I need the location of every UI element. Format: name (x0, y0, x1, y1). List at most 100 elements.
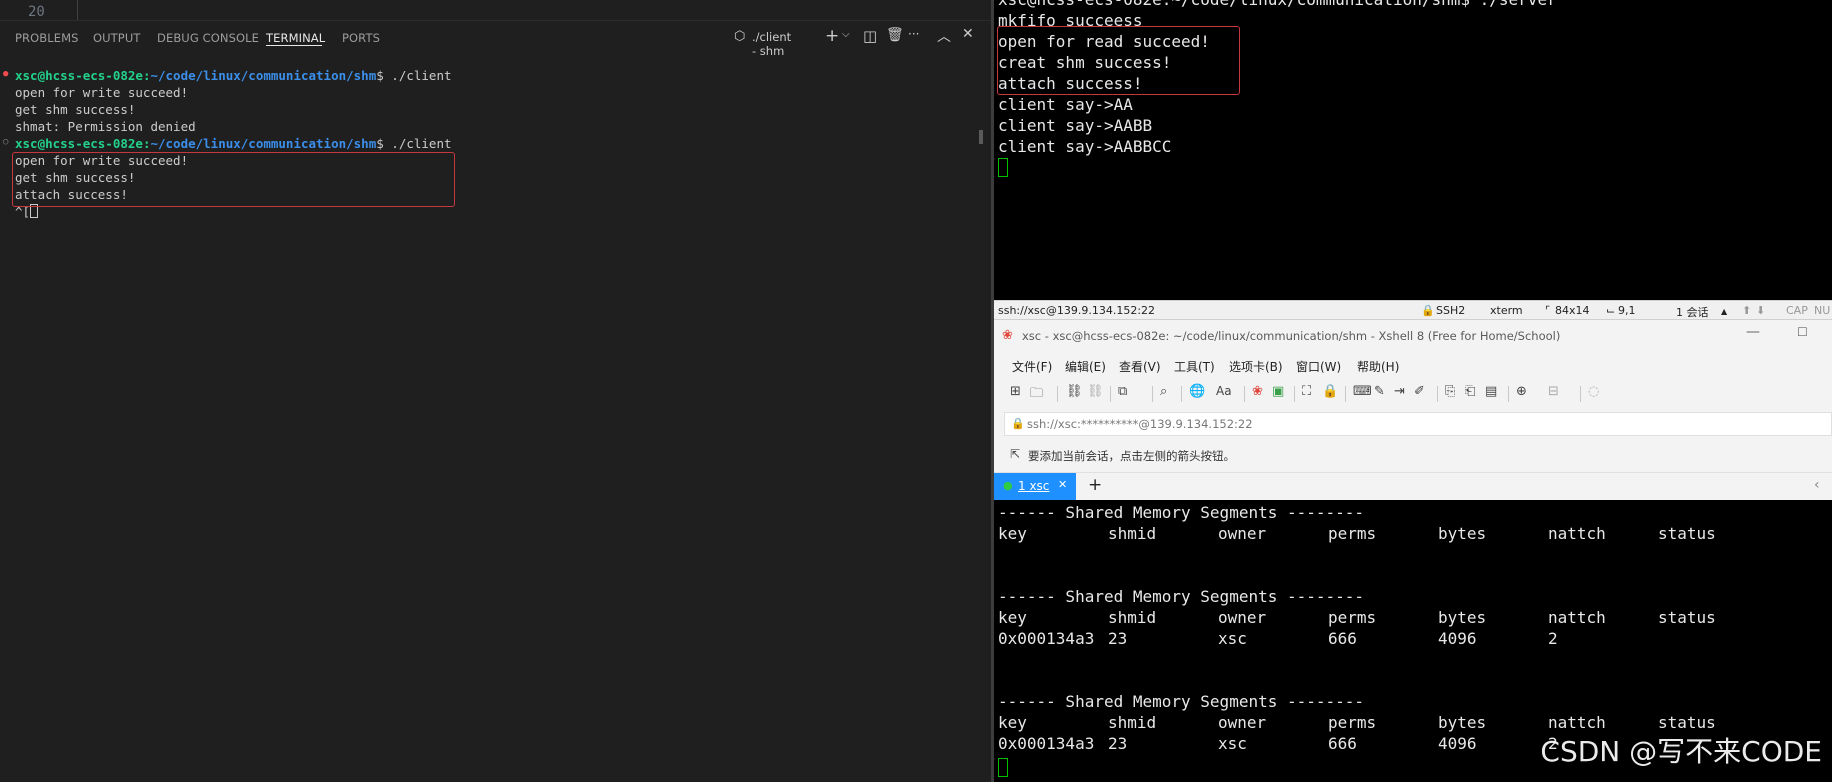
transfer-icon[interactable]: ⇥ (1394, 384, 1405, 399)
terminal-prompt-line: xsc@hcss-ecs-082e:~/code/linux/communica… (15, 68, 452, 83)
xshell-toolbar: ⊞ 🗀 ⛓ ⛓ ⧉ ⌕ 🌐 Aa ❀ ▣ ⛶ 🔒 ⌨ ✎ ⇥ ✐ ⎘ ⎗ ▤ ⊕… (994, 378, 1832, 408)
session-tab-xsc[interactable]: ● 1 xsc ✕ (994, 473, 1076, 501)
status-host: ssh://xsc@139.9.134.152:22 (998, 304, 1156, 317)
fullscreen-icon[interactable]: ⛶ (1302, 384, 1311, 399)
session-tab-label: 1 xsc (1018, 479, 1050, 493)
watermark: CSDN @写不来CODE (1540, 735, 1822, 768)
status-sessions: 1 会话 (1676, 306, 1709, 319)
vscode-terminal-output[interactable]: ● xsc@hcss-ecs-082e:~/code/linux/communi… (0, 62, 975, 782)
active-tab-indicator (266, 45, 322, 46)
close-tab-icon[interactable]: ✕ (1058, 478, 1067, 491)
terminal-line: client say->AABB (998, 116, 1153, 135)
toolbar-separator (1437, 386, 1438, 402)
connected-dot-icon: ● (1003, 479, 1013, 492)
xftp-icon[interactable]: ▣ (1272, 384, 1284, 399)
unlink-icon[interactable]: ⛓ (1087, 384, 1104, 399)
highlight-box (997, 26, 1240, 95)
cursor-pos-icon: ⌙ (1606, 304, 1616, 317)
menu-tabs[interactable]: 选项卡(B) (1229, 358, 1283, 375)
status-caps: CAP (1786, 304, 1808, 317)
maximize-panel-icon[interactable]: ︿ (937, 26, 951, 46)
layout-icon[interactable]: ⊟ (1548, 384, 1559, 399)
new-session-icon[interactable]: ⊞ (1010, 384, 1021, 399)
terminal-line: client say->AABBCC (998, 137, 1172, 156)
menu-help[interactable]: 帮助(H) (1357, 358, 1399, 375)
keyboard-icon[interactable]: ⌨ (1353, 384, 1372, 399)
xshell-menubar: 文件(F) 编辑(E) 查看(V) 工具(T) 选项卡(B) 窗口(W) 帮助(… (994, 354, 1832, 378)
vscode-window: 20 PROBLEMS OUTPUT DEBUG CONSOLE TERMINA… (0, 0, 991, 782)
search-icon[interactable]: ⌕ (1160, 384, 1167, 399)
terminal-cursor-line (998, 758, 1008, 779)
terminal-line: ------ Shared Memory Segments -------- (998, 692, 1365, 711)
session-address-bar[interactable]: 🔒 ssh://xsc:**********@139.9.134.152:22 (1004, 412, 1832, 436)
maximize-icon[interactable]: ☐ (1797, 325, 1808, 339)
menu-file[interactable]: 文件(F) (1012, 358, 1052, 375)
terminal-line: get shm success! (15, 102, 136, 117)
session-hint-bar: ⇱ 要添加当前会话，点击左侧的箭头按钮。 (994, 442, 1832, 468)
globe-icon[interactable]: 🌐 (1189, 384, 1205, 399)
log-icon[interactable]: ⎗ (1465, 384, 1475, 399)
window-title: xsc - xsc@hcss-ecs-082e: ~/code/linux/co… (1022, 329, 1561, 343)
resize-icon: ⌜ (1545, 304, 1551, 317)
status-pos: 9,1 (1618, 304, 1636, 317)
notes-icon[interactable]: ▤ (1485, 384, 1497, 399)
compose-icon[interactable]: ✎ (1374, 384, 1385, 399)
tab-problems[interactable]: PROBLEMS (15, 31, 79, 45)
terminal-line: open for write succeed! (15, 85, 189, 100)
toolbar-separator (1152, 386, 1153, 402)
add-tab-icon[interactable]: + (1088, 475, 1102, 495)
tab-terminal[interactable]: TERMINAL (266, 31, 325, 45)
session-hint: 要添加当前会话，点击左侧的箭头按钮。 (1028, 449, 1235, 463)
new-terminal-icon[interactable]: + (825, 26, 839, 46)
tab-ports[interactable]: PORTS (342, 31, 380, 45)
status-protocol: SSH2 (1436, 304, 1466, 317)
terminal-scrollbar[interactable] (979, 62, 983, 782)
script-icon[interactable]: ✐ (1414, 384, 1425, 399)
terminal-line: shmat: Permission denied (15, 119, 196, 134)
add-folder-icon[interactable]: ⊕ (1516, 384, 1527, 399)
xshell-window: ❀ xsc - xsc@hcss-ecs-082e: ~/code/linux/… (994, 320, 1832, 782)
xshell-status-bar: ssh://xsc@139.9.134.152:22 🔒 SSH2 xterm … (994, 300, 1832, 320)
scroll-down-icon[interactable]: ⬇ (1756, 304, 1765, 317)
menu-edit[interactable]: 编辑(E) (1065, 358, 1106, 375)
highlight-icon[interactable]: ⎘ (1445, 384, 1455, 399)
tab-debug-console[interactable]: DEBUG CONSOLE (157, 31, 259, 45)
toolbar-separator (1508, 386, 1509, 402)
editor-strip: 20 (0, 0, 991, 20)
add-session-arrow-icon[interactable]: ⇱ (1010, 447, 1020, 461)
split-terminal-icon[interactable]: ◫ (863, 27, 877, 45)
editor-gutter-divider (77, 0, 78, 20)
status-size: 84x14 (1555, 304, 1590, 317)
terminal-scrollbar-thumb[interactable] (979, 130, 983, 144)
xshell-terminal-server[interactable]: xsc@hcss-ecs-082e:~/code/linux/communica… (994, 0, 1832, 300)
menu-tools[interactable]: 工具(T) (1174, 358, 1215, 375)
sessions-dropdown-icon[interactable]: ▲ (1721, 307, 1727, 316)
chat-icon[interactable]: ◌ (1588, 384, 1599, 399)
lock-icon[interactable]: 🔒 (1322, 384, 1338, 399)
tab-output[interactable]: OUTPUT (93, 31, 140, 45)
terminal-cursor (998, 758, 1008, 777)
new-tab-icon[interactable]: ⧉ (1118, 384, 1127, 399)
terminal-cursor (998, 158, 1008, 177)
menu-window[interactable]: 窗口(W) (1296, 358, 1341, 375)
terminal-name[interactable]: ./client - shm (752, 30, 791, 58)
more-actions-icon[interactable]: ··· (908, 27, 919, 41)
terminal-cursor-line (998, 157, 1008, 178)
open-folder-icon[interactable]: 🗀 (1030, 384, 1043, 406)
session-address: ssh://xsc:**********@139.9.134.152:22 (1027, 417, 1253, 431)
xshell-terminal-ipcs[interactable]: ------ Shared Memory Segments -------- k… (994, 500, 1832, 782)
terminal-shell-icon: ⬡ (734, 29, 746, 44)
trash-icon[interactable]: 🗑 (886, 27, 904, 43)
minimize-icon[interactable]: — (1746, 324, 1760, 340)
close-panel-icon[interactable]: ✕ (962, 26, 974, 42)
font-icon[interactable]: Aa (1216, 384, 1232, 398)
scroll-up-icon[interactable]: ⬆ (1742, 304, 1751, 317)
chevron-down-icon[interactable]: ⌵ (842, 29, 850, 40)
toolbar-separator (1057, 386, 1058, 402)
terminal-prompt-line: xsc@hcss-ecs-082e:~/code/linux/communica… (15, 136, 452, 151)
link-icon[interactable]: ⛓ (1066, 384, 1083, 399)
menu-view[interactable]: 查看(V) (1119, 358, 1161, 375)
xshell-icon[interactable]: ❀ (1252, 384, 1263, 399)
tab-scroll-left-icon[interactable]: ‹ (1814, 477, 1820, 493)
terminal-line: ------ Shared Memory Segments -------- (998, 587, 1365, 606)
